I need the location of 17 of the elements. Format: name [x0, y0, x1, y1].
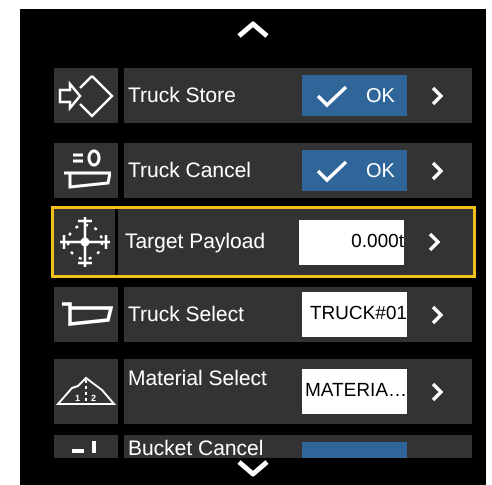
row-panel[interactable]: Truck Cancel OK [124, 143, 472, 198]
material-pile-icon: 1 2 [56, 376, 116, 408]
row-label: Truck Select [128, 302, 245, 328]
row-label: Truck Store [128, 82, 237, 109]
row-label: Truck Cancel [128, 158, 252, 184]
value-field[interactable]: TRUCK#01 [302, 292, 407, 337]
row-panel[interactable]: Truck Store OK [124, 68, 472, 123]
row-panel[interactable]: Material Select MATERIA… [124, 359, 472, 424]
row-label: Bucket Cancel [128, 438, 264, 458]
row-label: Target Payload [125, 229, 266, 256]
row-panel[interactable]: Truck Select TRUCK#01 [124, 287, 472, 342]
ok-button[interactable]: OK [302, 75, 407, 116]
row-panel[interactable]: Bucket Cancel [124, 435, 472, 458]
value-field[interactable]: MATERIA… [302, 369, 407, 414]
ok-button[interactable]: OK [302, 150, 407, 191]
value-field[interactable]: 0.000t [299, 220, 404, 264]
row-label: Material Select [128, 366, 268, 392]
